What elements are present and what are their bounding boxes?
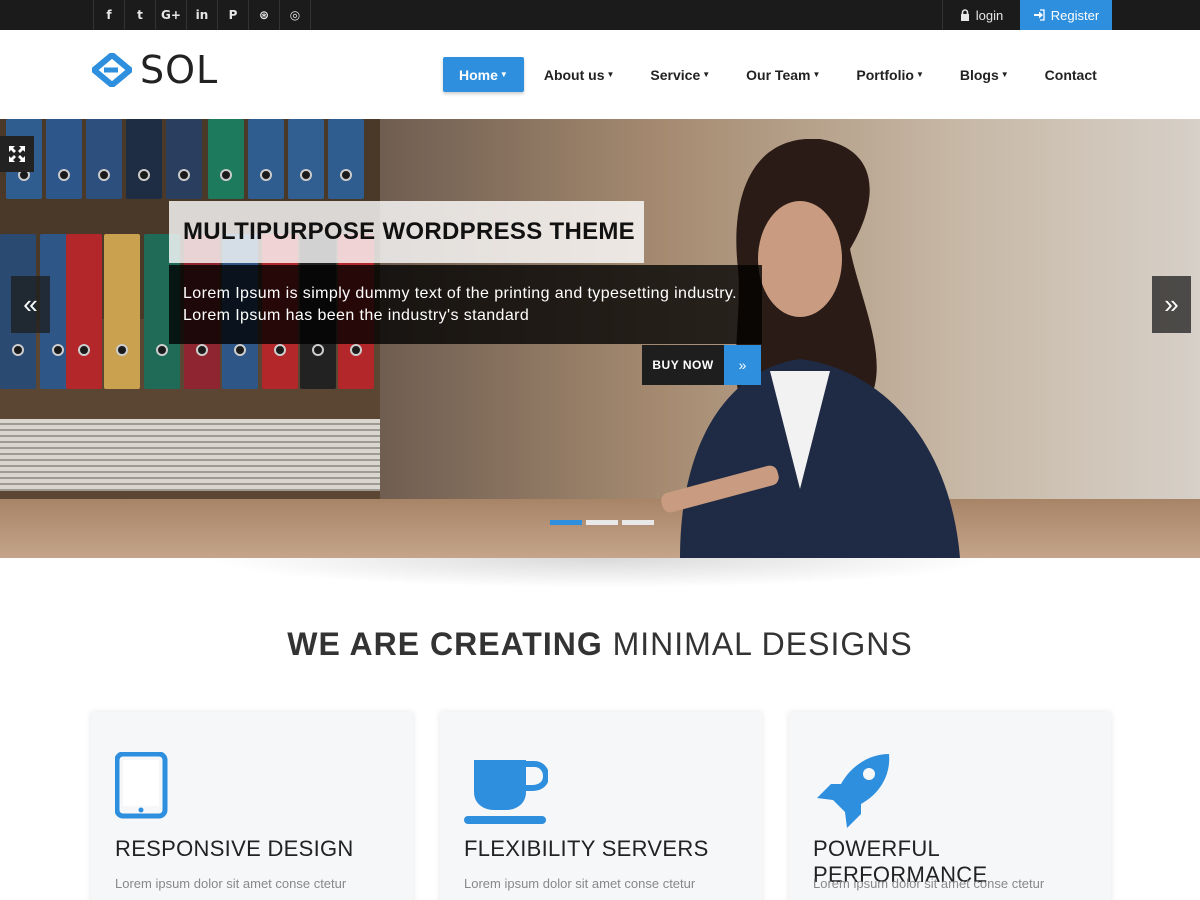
nav-item-label: Service	[650, 66, 701, 83]
double-chevron-left-icon: «	[23, 289, 38, 319]
feature-text: Lorem ipsum dolor sit amet conse ctetur	[813, 876, 1045, 891]
logo-mark-icon	[92, 53, 132, 87]
rocket-icon	[817, 754, 890, 828]
register-button[interactable]: Register	[1020, 0, 1112, 30]
slide-description: Lorem Ipsum is simply dummy text of the …	[169, 265, 762, 344]
register-label: Register	[1050, 7, 1100, 23]
nav-item-service[interactable]: Service ▼	[634, 57, 726, 92]
dribbble-icon[interactable]: ⊛	[249, 0, 280, 30]
linkedin-icon[interactable]: in	[187, 0, 218, 30]
nav-item-label: Home	[459, 66, 498, 83]
caret-down-icon: ▼	[702, 70, 711, 79]
slider-next-button[interactable]: »	[1152, 276, 1191, 333]
main-nav: Home ▼ About us ▼ Service ▼ Our Team ▼ Portf…	[443, 57, 1117, 92]
feature-title: FLEXIBILITY SERVERS	[464, 836, 709, 861]
logo-text: SOL	[140, 48, 219, 92]
buy-now-label: BUY NOW	[642, 345, 724, 385]
hero-shadow	[200, 558, 1000, 588]
site-header: SOL Home ▼ About us ▼ Service ▼ Our Team ▼ P…	[0, 30, 1200, 119]
feature-title: RESPONSIVE DESIGN	[115, 836, 354, 861]
google-plus-icon[interactable]: G+	[156, 0, 187, 30]
twitter-icon[interactable]: t	[125, 0, 156, 30]
expand-icon	[9, 146, 25, 162]
nav-item-label: About us	[543, 66, 605, 83]
lock-icon	[960, 9, 969, 21]
slider-prev-button[interactable]: «	[11, 276, 50, 333]
nav-item-our-team[interactable]: Our Team ▼	[730, 57, 836, 92]
nav-item-label: Contact	[1044, 66, 1097, 83]
nav-item-label: Our Team	[746, 66, 811, 83]
slide-dot-2[interactable]	[586, 520, 618, 525]
hero-desk-illustration	[0, 499, 1200, 558]
facebook-icon[interactable]: f	[94, 0, 125, 30]
caret-down-icon: ▼	[812, 70, 821, 79]
double-chevron-right-icon: »	[1164, 289, 1179, 319]
nav-item-label: Blogs	[959, 66, 999, 83]
hero-papers-illustration	[0, 419, 380, 491]
feature-text: Lorem ipsum dolor sit amet conse ctetur	[464, 876, 696, 891]
pinterest-icon[interactable]: P	[218, 0, 249, 30]
nav-item-contact[interactable]: Contact	[1029, 57, 1113, 92]
instagram-icon[interactable]: ◎	[280, 0, 311, 30]
nav-item-home[interactable]: Home ▼	[443, 57, 524, 92]
nav-item-blogs[interactable]: Blogs ▼	[944, 57, 1025, 92]
fullscreen-toggle[interactable]	[0, 136, 34, 172]
hero-slider: « » MULTIPURPOSE WORDPRESS THEME Lorem I…	[0, 119, 1200, 558]
feature-text: Lorem ipsum dolor sit amet conse ctetur	[115, 876, 347, 891]
section-headline: WE ARE CREATING MINIMAL DESIGNS	[0, 626, 1200, 663]
caret-down-icon: ▼	[606, 70, 615, 79]
nav-item-label: Portfolio	[856, 66, 914, 83]
double-chevron-right-icon: »	[724, 345, 761, 385]
headline-light: MINIMAL DESIGNS	[612, 626, 913, 662]
slide-title: MULTIPURPOSE WORDPRESS THEME	[169, 201, 644, 263]
nav-item-portfolio[interactable]: Portfolio ▼	[840, 57, 939, 92]
tablet-icon	[115, 752, 168, 819]
coffee-cup-icon	[464, 760, 548, 824]
caret-down-icon: ▼	[1000, 70, 1009, 79]
slider-pagination	[550, 520, 654, 525]
caret-down-icon: ▼	[499, 70, 508, 79]
site-logo[interactable]: SOL	[92, 51, 218, 89]
nav-item-about-us[interactable]: About us ▼	[528, 57, 631, 92]
caret-down-icon: ▼	[915, 70, 924, 79]
feature-card-responsive: RESPONSIVE DESIGN Lorem ipsum dolor sit …	[91, 712, 413, 900]
feature-card-flexibility: FLEXIBILITY SERVERS Lorem ipsum dolor si…	[440, 712, 762, 900]
slide-dot-1[interactable]	[550, 520, 582, 525]
top-bar: f t G+ in P ⊛ ◎ login Register	[0, 0, 1200, 30]
slide-dot-3[interactable]	[622, 520, 654, 525]
sign-in-icon	[1033, 9, 1045, 21]
buy-now-button[interactable]: BUY NOW »	[642, 345, 761, 385]
feature-card-performance: POWERFUL PERFORMANCE Lorem ipsum dolor s…	[789, 712, 1111, 900]
social-links: f t G+ in P ⊛ ◎	[93, 0, 311, 30]
login-link[interactable]: login	[942, 0, 1020, 30]
login-label: login	[975, 7, 1004, 23]
headline-bold: WE ARE CREATING	[287, 626, 603, 662]
